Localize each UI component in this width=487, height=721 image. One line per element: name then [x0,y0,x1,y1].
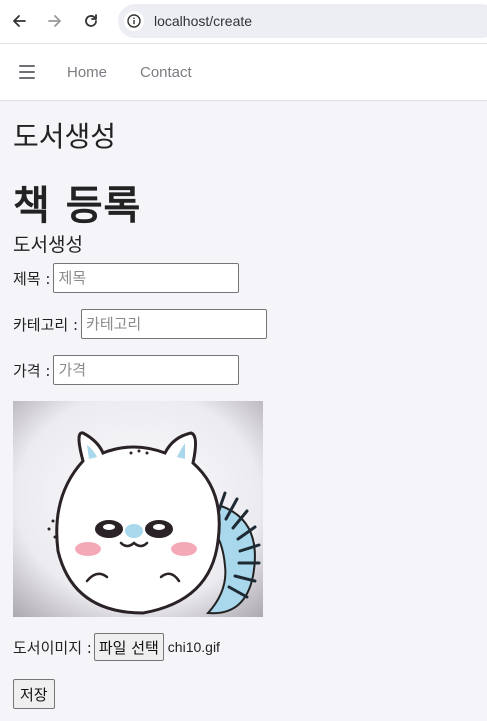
hamburger-icon[interactable] [19,65,35,79]
reload-icon[interactable] [81,11,101,31]
page-title: 도서생성 [13,120,117,153]
arrow-left-icon[interactable] [9,11,29,31]
title-field: 제목 : [13,263,240,293]
price-field: 가격 : [13,355,240,385]
category-label: 카테고리 : [13,315,79,334]
address-bar[interactable]: localhost/create [118,4,487,38]
nav-link-home[interactable]: Home [67,64,107,81]
title-input[interactable] [53,263,240,293]
book-image-preview [13,401,263,617]
browser-toolbar: localhost/create [0,0,487,44]
category-field: 카테고리 : [13,309,268,339]
image-upload-field: 도서이미지 : 파일 선택 chi10.gif [13,633,220,661]
title-label: 제목 : [13,269,51,288]
url-text: localhost/create [154,13,253,29]
selected-file-name: chi10.gif [167,639,220,655]
choose-file-button[interactable]: 파일 선택 [93,633,164,661]
image-label: 도서이미지 : [13,638,92,657]
nav-link-contact[interactable]: Contact [140,64,192,81]
save-button[interactable]: 저장 [13,679,55,709]
category-input[interactable] [81,309,268,339]
arrow-right-icon[interactable] [45,11,65,31]
main-heading: 책 등록 [13,183,142,229]
app-navbar: Home Contact [0,44,487,101]
price-label: 가격 : [13,361,51,380]
sub-heading: 도서생성 [13,234,83,256]
cartoon-creature-image [13,401,263,617]
price-input[interactable] [53,355,240,385]
info-icon[interactable] [124,11,144,31]
